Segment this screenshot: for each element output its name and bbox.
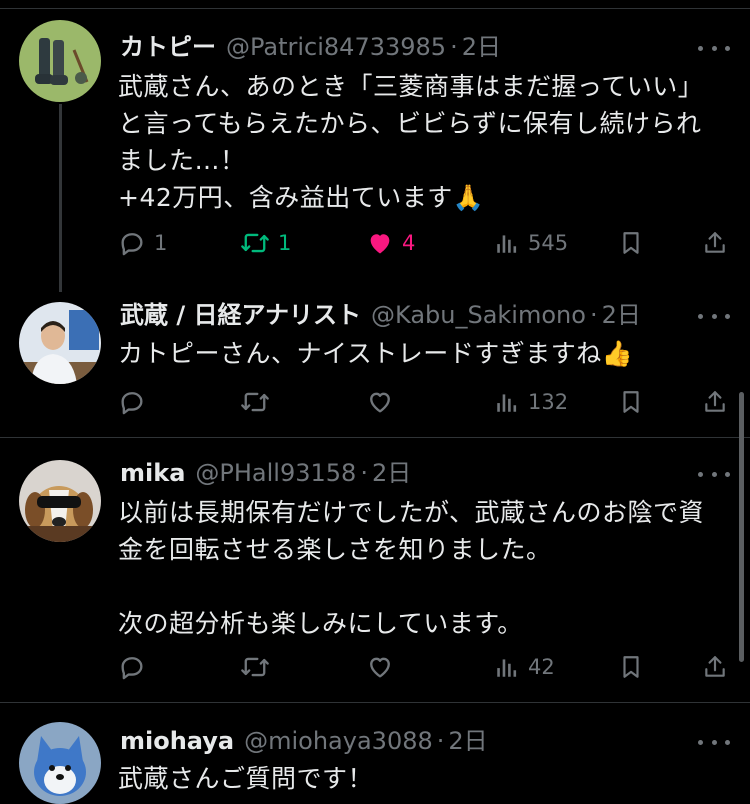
bookmark-button[interactable] (618, 652, 644, 682)
tweet-text: カトピーさん、ナイストレードすぎますね👍 (118, 339, 634, 368)
tweet-text: 武蔵さんご質問です！ (118, 764, 374, 793)
retweet-icon (241, 657, 269, 677)
bookmark-button[interactable] (618, 228, 644, 258)
share-button[interactable] (702, 652, 728, 682)
reply-icon (121, 233, 143, 256)
like-button[interactable]: 4 (366, 228, 415, 258)
reply-icon (121, 392, 143, 415)
tweet-header: miohaya @miohaya3088 · 2日 (120, 726, 488, 756)
reply-count: 1 (154, 231, 168, 255)
share-button[interactable] (702, 387, 728, 417)
views-icon (497, 235, 517, 253)
avatar[interactable] (19, 302, 101, 384)
retweet-count: 1 (278, 231, 292, 255)
more-icon[interactable] (698, 464, 730, 484)
user-handle[interactable]: @PHall93158 (195, 458, 356, 488)
bookmark-icon (623, 656, 639, 678)
like-button[interactable] (366, 652, 394, 682)
top-divider (0, 8, 750, 9)
tweet-actions: 132 (118, 387, 730, 417)
avatar[interactable] (19, 460, 101, 542)
heart-icon (370, 234, 390, 254)
share-button[interactable] (702, 228, 728, 258)
tweet-header: 武蔵 / 日経アナリスト @Kabu_Sakimono · 2日 (120, 300, 641, 330)
reply-button[interactable] (118, 652, 146, 682)
more-icon[interactable] (698, 38, 730, 58)
views-button[interactable]: 132 (494, 387, 568, 417)
share-icon (705, 656, 725, 677)
display-name[interactable]: 武蔵 / 日経アナリスト (120, 300, 361, 330)
tweet-actions: 1 1 4 545 (118, 228, 730, 258)
thread-connector (59, 104, 62, 292)
bookmark-icon (623, 232, 639, 254)
tweet-divider (0, 702, 750, 703)
separator: · (436, 727, 445, 755)
tweet-text: 武蔵さん、あのとき「三菱商事はまだ握っていい」 と言ってもらえたから、ビビらずに… (118, 72, 704, 212)
scrollbar[interactable] (739, 392, 744, 662)
retweet-button[interactable]: 1 (240, 228, 291, 258)
tweet-divider (0, 437, 750, 438)
heart-icon (370, 392, 390, 413)
share-icon (705, 232, 725, 253)
views-count: 545 (528, 231, 569, 255)
views-button[interactable]: 42 (494, 652, 555, 682)
share-icon (705, 391, 725, 412)
timestamp[interactable]: 2日 (602, 300, 641, 330)
timestamp[interactable]: 2日 (448, 726, 487, 756)
display-name[interactable]: mika (120, 458, 185, 488)
reply-button[interactable] (118, 387, 146, 417)
views-count: 132 (528, 390, 569, 414)
retweet-icon (241, 392, 269, 412)
display-name[interactable]: カトピー (120, 32, 216, 62)
tweet-header: mika @PHall93158 · 2日 (120, 458, 411, 488)
retweet-button[interactable] (240, 387, 270, 417)
bookmark-button[interactable] (618, 387, 644, 417)
tweet-header: カトピー @Patrici84733985 · 2日 (120, 32, 501, 62)
tweet-actions: 42 (118, 652, 730, 682)
reply-icon (121, 657, 143, 680)
heart-icon (370, 657, 390, 678)
more-icon[interactable] (698, 732, 730, 752)
display-name[interactable]: miohaya (120, 726, 234, 756)
reply-button[interactable]: 1 (118, 228, 167, 258)
views-icon (497, 659, 517, 677)
more-icon[interactable] (698, 306, 730, 326)
tweet-text: 以前は長期保有だけでしたが、武蔵さんのお陰で資 金を回転させる楽しさを知りました… (118, 498, 705, 638)
like-button[interactable] (366, 387, 394, 417)
separator: · (450, 33, 458, 61)
bookmark-icon (623, 391, 639, 413)
avatar[interactable] (19, 722, 101, 804)
timestamp[interactable]: 2日 (372, 458, 411, 488)
user-handle[interactable]: @miohaya3088 (244, 726, 433, 756)
user-handle[interactable]: @Patrici84733985 (226, 32, 446, 62)
views-count: 42 (528, 655, 555, 679)
retweet-button[interactable] (240, 652, 270, 682)
retweet-icon (241, 233, 269, 253)
separator: · (589, 301, 598, 329)
like-count: 4 (402, 231, 416, 255)
user-handle[interactable]: @Kabu_Sakimono (371, 300, 586, 330)
timestamp[interactable]: 2日 (462, 32, 501, 62)
separator: · (360, 459, 368, 487)
views-icon (497, 394, 517, 412)
avatar[interactable] (19, 20, 101, 102)
views-button[interactable]: 545 (494, 228, 568, 258)
